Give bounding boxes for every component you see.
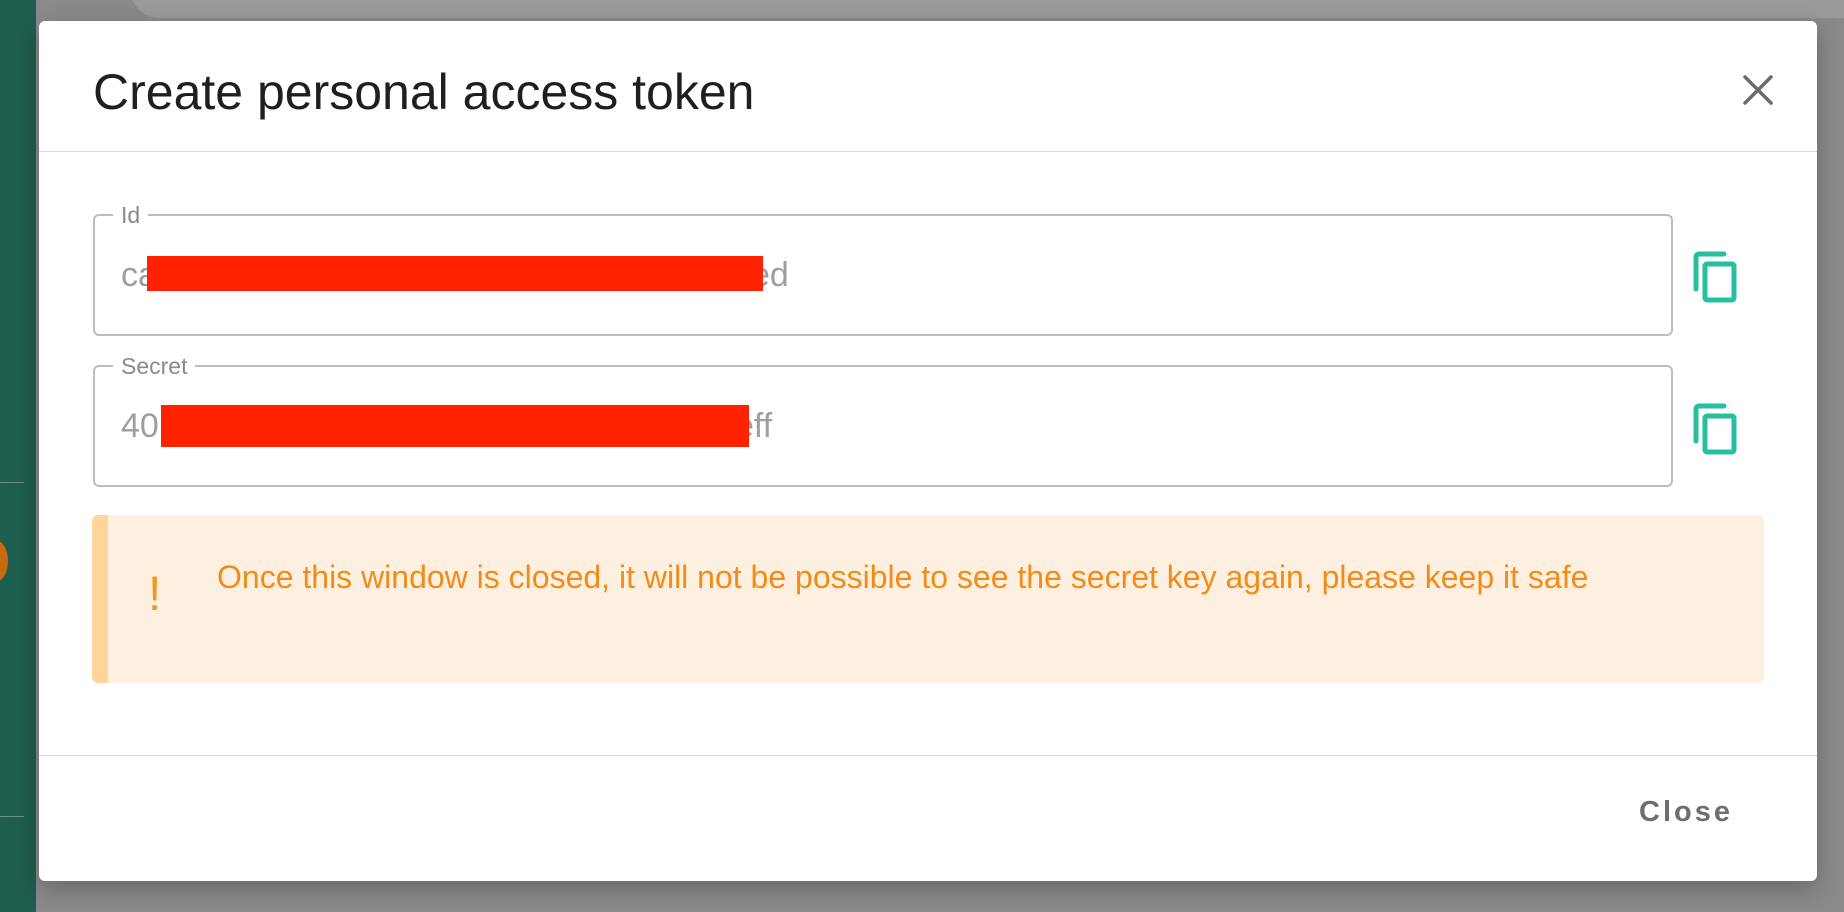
close-icon[interactable] — [1739, 71, 1777, 109]
secret-value-start: 40 — [121, 407, 159, 445]
id-field[interactable]: Id ca ed — [93, 202, 1673, 336]
background-card — [130, 0, 1844, 18]
copy-secret-icon[interactable] — [1690, 401, 1740, 457]
sidebar-divider — [0, 816, 24, 817]
create-token-dialog: Create personal access token Id ca ed Se… — [39, 21, 1817, 881]
sidebar-divider — [0, 482, 24, 483]
secret-field-label: Secret — [113, 353, 196, 380]
background-sidebar — [0, 0, 36, 912]
redaction-bar — [161, 405, 749, 447]
id-field-label: Id — [113, 202, 149, 229]
alert-message: Once this window is closed, it will not … — [217, 559, 1589, 595]
dialog-header: Create personal access token — [39, 21, 1817, 152]
secret-field-value: 40 eff — [121, 407, 772, 446]
copy-id-icon[interactable] — [1690, 249, 1740, 305]
exclamation-icon: ! — [148, 568, 162, 621]
alert-accent-bar — [92, 515, 108, 683]
dialog-footer: Close — [39, 755, 1817, 882]
warning-alert: ! Once this window is closed, it will no… — [92, 515, 1764, 683]
dialog-title: Create personal access token — [93, 64, 755, 120]
redaction-bar — [147, 256, 763, 291]
close-button[interactable]: Close — [1639, 796, 1733, 829]
secret-field[interactable]: Secret 40 eff — [93, 353, 1673, 487]
sidebar-avatar — [0, 541, 8, 581]
